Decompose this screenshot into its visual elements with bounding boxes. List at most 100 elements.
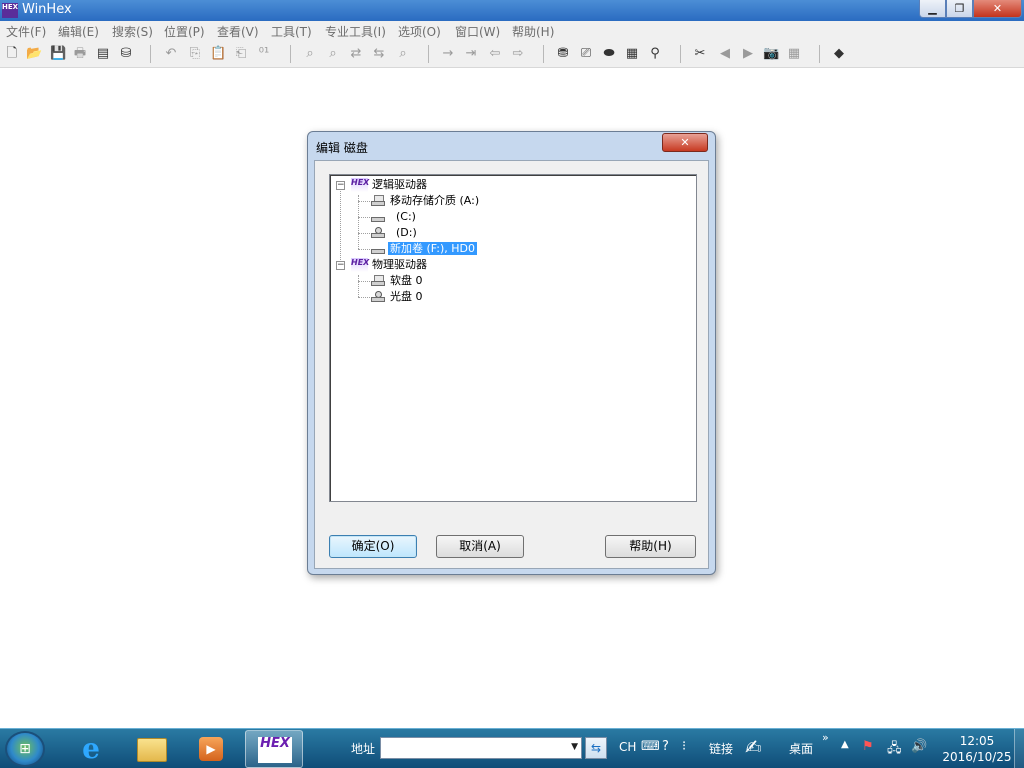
close-window-button[interactable]: ✕: [973, 0, 1022, 18]
forward-icon[interactable]: ⇨: [510, 46, 526, 62]
copy-icon[interactable]: ⎘: [187, 46, 203, 62]
tree-line: [358, 281, 370, 282]
taskbar: ⊞ e ▶ HEX 地址 ▼ ⇆ CH ⌨ ? ⁝ 链接 ✍ 桌面 » ▲ ⚑ …: [0, 728, 1024, 768]
tree-item-drive-c[interactable]: (C:): [394, 209, 418, 225]
tree-item-logical-drives[interactable]: 逻辑驱动器: [370, 177, 429, 193]
new-file-icon[interactable]: 🗋: [4, 46, 20, 62]
goto-offset-icon[interactable]: →: [440, 46, 456, 62]
taskbar-explorer[interactable]: [122, 730, 180, 768]
menu-tools[interactable]: 工具(T): [271, 23, 312, 40]
properties-icon[interactable]: ▤: [95, 46, 111, 62]
taskbar-ie[interactable]: e: [62, 730, 120, 768]
toolbar-separator: [428, 45, 429, 63]
tree-item-physical-drives[interactable]: 物理驱动器: [370, 257, 429, 273]
start-button[interactable]: ⊞: [5, 731, 45, 767]
network-icon[interactable]: 🖧: [887, 739, 902, 761]
volume-icon[interactable]: 🔊: [911, 739, 927, 754]
menu-options[interactable]: 选项(O): [398, 23, 441, 40]
dropdown-arrow-icon[interactable]: ▼: [571, 742, 578, 752]
address-label: 地址: [351, 742, 376, 756]
tree-item-floppy-0[interactable]: 软盘 0: [388, 273, 425, 289]
tree-line: [340, 188, 341, 270]
clock[interactable]: 12:05 2016/10/25: [938, 733, 1016, 765]
taskbar-media-player[interactable]: ▶: [182, 730, 240, 768]
hex-logo-icon: HEX: [351, 178, 369, 192]
collapse-physical-icon[interactable]: −: [336, 261, 345, 270]
tree-line: [358, 249, 370, 250]
tree-item-drive-d[interactable]: (D:): [394, 225, 419, 241]
keyboard-icon[interactable]: ⌨: [641, 739, 660, 754]
toolbar-overflow-chevron[interactable]: »: [822, 731, 829, 744]
binary-icon[interactable]: ⁰¹: [256, 46, 272, 62]
print-icon[interactable]: 🖶: [72, 46, 88, 62]
dialog-close-button[interactable]: ✕: [662, 133, 708, 152]
window-titlebar: HEX WinHex ▁ ❐ ✕: [0, 0, 1024, 21]
hard-drive-icon: [370, 211, 386, 223]
menu-help[interactable]: 帮助(H): [512, 23, 554, 40]
minimize-button[interactable]: ▁: [919, 0, 946, 18]
edit-disk-icon[interactable]: ⛃: [555, 46, 571, 62]
find-text-icon[interactable]: ⌕: [302, 46, 318, 62]
tree-item-drive-f-selected[interactable]: 新加卷 (F:), HD0: [388, 241, 477, 257]
menu-position[interactable]: 位置(P): [164, 23, 205, 40]
collapse-logical-icon[interactable]: −: [336, 181, 345, 190]
help-icon[interactable]: ?: [662, 739, 669, 754]
open-folder-icon[interactable]: 📂: [26, 46, 42, 62]
address-go-button[interactable]: ⇆: [585, 737, 607, 759]
menu-view[interactable]: 查看(V): [217, 23, 259, 40]
tree-item-optical-0[interactable]: 光盘 0: [388, 289, 425, 305]
clock-date: 2016/10/25: [942, 750, 1012, 764]
edit-disk-dialog: 编辑 磁盘 ✕ − HEX 逻辑驱动器 移动存储介质 (A:) (C:) (D:…: [307, 131, 716, 575]
paste-special-icon[interactable]: ⎗: [233, 46, 249, 62]
calculator-icon[interactable]: ▦: [786, 46, 802, 62]
tree-item-drive-a[interactable]: 移动存储介质 (A:): [388, 193, 481, 209]
open-ram-icon[interactable]: ⎚: [578, 46, 594, 62]
action-center-flag-icon[interactable]: ⚑: [862, 739, 874, 754]
drive-icon[interactable]: ⬬: [601, 46, 617, 62]
menu-file[interactable]: 文件(F): [6, 23, 46, 40]
menu-edit[interactable]: 编辑(E): [58, 23, 99, 40]
next-icon[interactable]: ▶: [740, 46, 756, 62]
camera-icon[interactable]: 📷: [763, 46, 779, 62]
internet-explorer-icon: e: [82, 732, 100, 765]
cancel-button[interactable]: 取消(A): [436, 535, 524, 558]
save-icon[interactable]: 💾: [50, 46, 66, 62]
find-again-icon[interactable]: ⌕: [395, 46, 411, 62]
ime-options-icon[interactable]: ⁝: [682, 739, 686, 754]
desktop-toolbar[interactable]: 桌面: [789, 740, 813, 757]
optical-drive-icon: [370, 291, 386, 303]
find-hex-icon[interactable]: ⌕: [325, 46, 341, 62]
close-file-icon[interactable]: ✂: [692, 46, 708, 62]
taskbar-winhex[interactable]: HEX: [245, 730, 303, 768]
menu-window[interactable]: 窗口(W): [455, 23, 500, 40]
floppy-drive-icon: [370, 275, 386, 287]
dialog-title: 编辑 磁盘: [316, 141, 368, 155]
show-hidden-icons[interactable]: ▲: [841, 739, 849, 750]
ok-button[interactable]: 确定(O): [329, 535, 417, 558]
paste-icon[interactable]: 📋: [210, 46, 226, 62]
menu-search[interactable]: 搜索(S): [112, 23, 153, 40]
language-indicator[interactable]: CH: [619, 740, 636, 754]
back-icon[interactable]: ⇦: [487, 46, 503, 62]
replace-hex-icon[interactable]: ⇆: [371, 46, 387, 62]
tablet-input-icon[interactable]: ✍: [745, 735, 762, 759]
prev-icon[interactable]: ◀: [717, 46, 733, 62]
tree-line: [358, 297, 370, 298]
tree-line: [358, 201, 370, 202]
restore-button[interactable]: ❐: [946, 0, 973, 18]
ram-icon[interactable]: ▦: [624, 46, 640, 62]
goto-sector-icon[interactable]: ⇥: [463, 46, 479, 62]
open-disk-icon[interactable]: ⛁: [118, 46, 134, 62]
help-button[interactable]: 帮助(H): [605, 535, 696, 558]
search-icon[interactable]: ⚲: [647, 46, 663, 62]
toolbar: 🗋 📂 💾 🖶 ▤ ⛁ ↶ ⎘ 📋 ⎗ ⁰¹ ⌕ ⌕ ⇄ ⇆ ⌕ → ⇥ ⇦ ⇨ ⛃ ⎚ ⬬ ▦ ⚲ ✂ ◀ ▶ 📷 ▦ ◆: [0, 41, 1024, 68]
address-input[interactable]: ▼: [380, 737, 582, 759]
menu-specialist-tools[interactable]: 专业工具(I): [325, 23, 386, 40]
help-book-icon[interactable]: ◆: [831, 46, 847, 62]
show-desktop-button[interactable]: [1014, 729, 1024, 768]
winhex-taskbar-icon: HEX: [258, 737, 292, 763]
links-toolbar[interactable]: 链接: [709, 740, 733, 757]
replace-text-icon[interactable]: ⇄: [348, 46, 364, 62]
undo-icon[interactable]: ↶: [163, 46, 179, 62]
drive-tree[interactable]: − HEX 逻辑驱动器 移动存储介质 (A:) (C:) (D:) 新加卷 (F…: [329, 174, 697, 502]
